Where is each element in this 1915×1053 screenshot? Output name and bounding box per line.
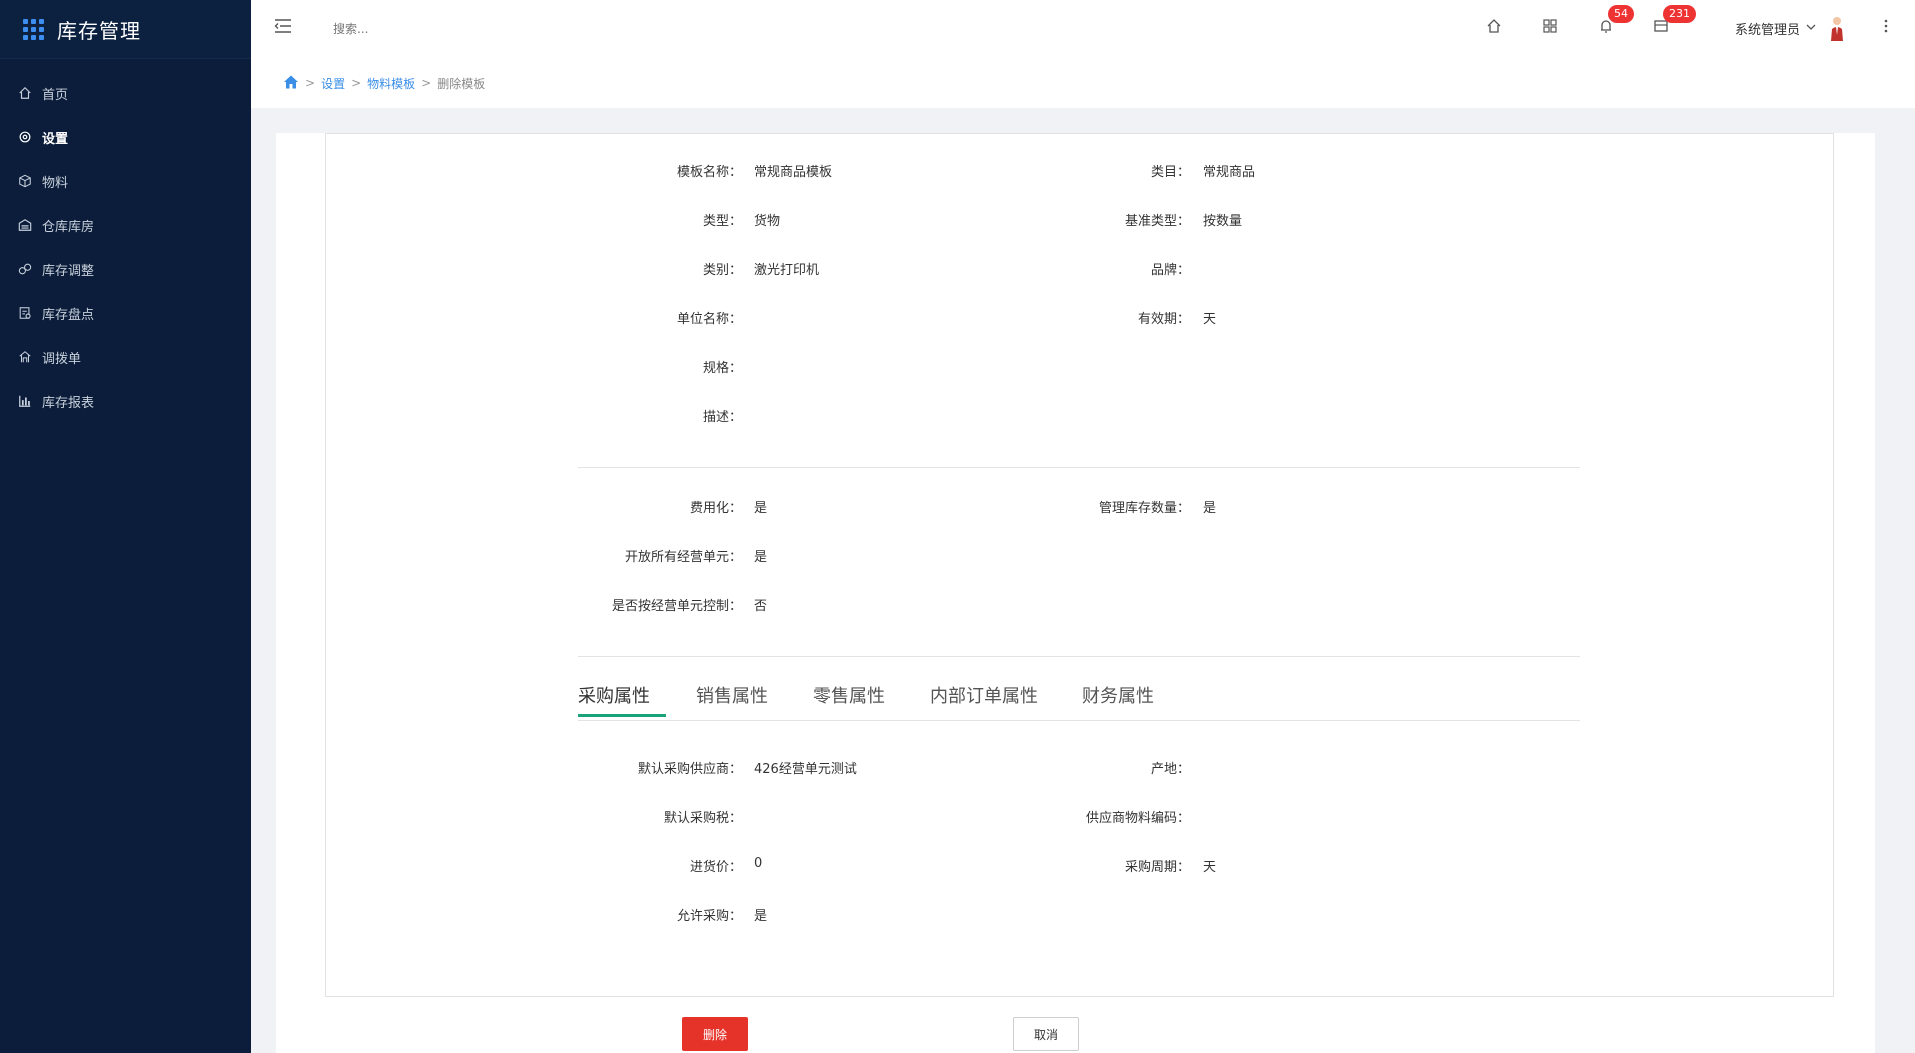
tax-label: 默认采购税： xyxy=(663,811,742,826)
sidebar: 库存管理 首页 设置 物料 仓库库房 库存调整 库存盘点 调拨单 库存报表 xyxy=(0,0,251,1053)
sidebar-item-label: 设置 xyxy=(42,131,69,147)
cycle-label: 采购周期： xyxy=(1124,860,1190,875)
breadcrumb-separator: > xyxy=(351,76,362,90)
allow-purchase-value: 是 xyxy=(754,909,768,924)
home-icon[interactable] xyxy=(283,74,299,93)
type-value: 货物 xyxy=(754,214,781,229)
brand: 库存管理 xyxy=(0,0,251,59)
base-type-value: 按数量 xyxy=(1203,214,1243,229)
chevron-down-icon xyxy=(1806,22,1816,35)
more-vertical-icon[interactable] xyxy=(1880,16,1892,36)
base-type-label: 基准类型： xyxy=(1124,214,1190,229)
breadcrumb-separator: > xyxy=(305,76,316,90)
unit-label: 单位名称： xyxy=(676,312,742,327)
tab-internal-order[interactable]: 内部订单属性 xyxy=(930,682,1038,708)
attribute-tabs: 采购属性 销售属性 零售属性 内部订单属性 财务属性 xyxy=(578,676,1580,721)
breadcrumb: > 设置 > 物料模板 > 删除模板 xyxy=(251,58,1915,108)
user-name: 系统管理员 xyxy=(1735,22,1801,38)
app-grid-icon xyxy=(23,18,44,40)
type-label: 类型： xyxy=(702,214,742,229)
unit-control-label: 是否按经营单元控制： xyxy=(611,599,742,614)
template-name-value: 常规商品模板 xyxy=(754,165,833,180)
section-divider xyxy=(578,656,1580,657)
expense-value: 是 xyxy=(754,501,768,516)
bar-chart-icon xyxy=(18,394,32,408)
manage-stock-label: 管理库存数量： xyxy=(1098,501,1190,516)
adjust-icon xyxy=(18,262,32,276)
tab-retail[interactable]: 零售属性 xyxy=(813,682,885,708)
sidebar-item-stock-adjust[interactable]: 库存调整 xyxy=(0,247,251,291)
sidebar-item-stocktake[interactable]: 库存盘点 xyxy=(0,291,251,335)
user-menu[interactable]: 系统管理员 xyxy=(1735,15,1846,41)
open-units-value: 是 xyxy=(754,550,768,565)
price-label: 进货价： xyxy=(689,860,742,875)
delete-button[interactable]: 删除 xyxy=(682,1017,748,1051)
warehouse-icon xyxy=(18,218,32,232)
manage-stock-value: 是 xyxy=(1203,501,1217,516)
class-label: 类别： xyxy=(702,263,742,278)
sidebar-item-label: 物料 xyxy=(42,175,69,191)
home-icon xyxy=(18,86,32,100)
cancel-button[interactable]: 取消 xyxy=(1013,1017,1079,1051)
breadcrumb-settings[interactable]: 设置 xyxy=(321,75,345,92)
sidebar-item-label: 库存报表 xyxy=(42,395,95,411)
search-input[interactable] xyxy=(331,17,555,41)
tab-sales[interactable]: 销售属性 xyxy=(696,682,768,708)
desc-label: 描述： xyxy=(702,410,742,425)
active-tab-indicator xyxy=(578,714,666,717)
supplier-label: 默认采购供应商： xyxy=(637,762,742,777)
allow-purchase-label: 允许采购： xyxy=(676,909,742,924)
sidebar-item-label: 首页 xyxy=(42,87,69,103)
sidebar-item-transfer[interactable]: 调拨单 xyxy=(0,335,251,379)
gear-icon xyxy=(18,130,32,144)
supplier-value: 426经营单元测试 xyxy=(754,762,857,777)
transfer-icon xyxy=(18,350,32,364)
price-value: 0 xyxy=(754,856,763,871)
tab-purchase[interactable]: 采购属性 xyxy=(578,682,650,708)
apps-grid-icon[interactable] xyxy=(1540,16,1560,36)
cycle-value: 天 xyxy=(1203,860,1217,875)
app-title: 库存管理 xyxy=(57,18,141,43)
validity-value: 天 xyxy=(1203,312,1217,327)
menu-collapse-icon[interactable] xyxy=(273,16,293,36)
unit-control-value: 否 xyxy=(754,599,768,614)
validity-label: 有效期： xyxy=(1137,312,1190,327)
category-value: 常规商品 xyxy=(1203,165,1256,180)
home-icon[interactable] xyxy=(1484,16,1504,36)
sidebar-item-reports[interactable]: 库存报表 xyxy=(0,379,251,423)
sidebar-nav: 首页 设置 物料 仓库库房 库存调整 库存盘点 调拨单 库存报表 xyxy=(0,71,251,423)
message-icon[interactable]: 231 xyxy=(1651,5,1696,36)
class-value: 激光打印机 xyxy=(754,263,820,278)
sidebar-item-warehouse[interactable]: 仓库库房 xyxy=(0,203,251,247)
breadcrumb-current: 删除模板 xyxy=(437,76,486,91)
tab-finance[interactable]: 财务属性 xyxy=(1082,682,1154,708)
breadcrumb-separator: > xyxy=(421,76,432,90)
top-header: 54 231 系统管理员 xyxy=(251,0,1915,59)
sidebar-item-home[interactable]: 首页 xyxy=(0,71,251,115)
spec-label: 规格： xyxy=(702,361,742,376)
sidebar-item-label: 库存盘点 xyxy=(42,307,95,323)
bell-icon[interactable]: 54 xyxy=(1596,5,1634,36)
sidebar-item-settings[interactable]: 设置 xyxy=(0,115,251,159)
checklist-icon xyxy=(18,306,32,320)
sidebar-item-label: 调拨单 xyxy=(42,351,82,367)
breadcrumb-material-template[interactable]: 物料模板 xyxy=(367,75,415,92)
category-label: 类目： xyxy=(1150,165,1190,180)
expense-label: 费用化： xyxy=(689,501,742,516)
origin-label: 产地： xyxy=(1150,762,1190,777)
sidebar-item-label: 仓库库房 xyxy=(42,219,95,235)
brand-label: 品牌： xyxy=(1150,263,1190,278)
open-units-label: 开放所有经营单元： xyxy=(624,550,742,565)
sidebar-item-label: 库存调整 xyxy=(42,263,95,279)
avatar xyxy=(1828,15,1846,41)
notification-badge: 54 xyxy=(1608,5,1634,23)
sidebar-item-materials[interactable]: 物料 xyxy=(0,159,251,203)
supplier-code-label: 供应商物料编码： xyxy=(1085,811,1190,826)
section-divider xyxy=(578,467,1580,468)
template-name-label: 模板名称： xyxy=(676,165,742,180)
cube-icon xyxy=(18,174,32,188)
message-badge: 231 xyxy=(1663,5,1696,23)
